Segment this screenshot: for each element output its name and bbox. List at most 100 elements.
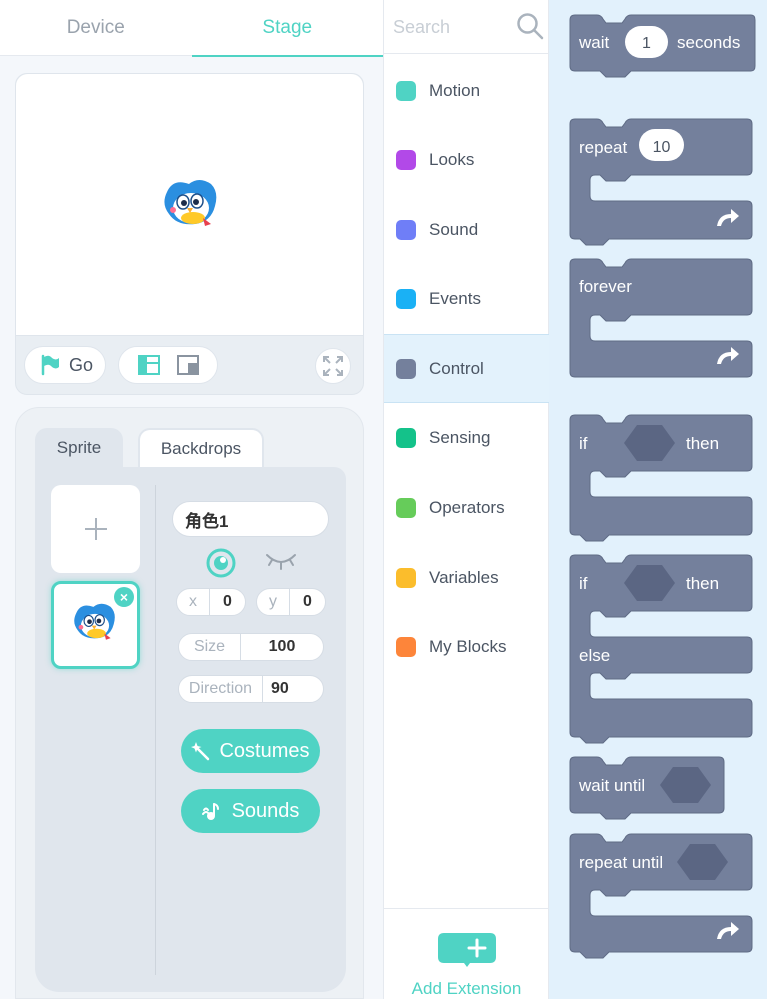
tab-backdrops[interactable]: Backdrops (138, 428, 264, 468)
category-my-blocks[interactable]: My Blocks (384, 612, 549, 681)
fullscreen-icon (323, 356, 343, 376)
category-label: My Blocks (429, 636, 507, 656)
x-label: x (177, 589, 210, 615)
plus-icon (84, 518, 107, 540)
sprite-name-input[interactable] (172, 501, 329, 537)
sprite-panel-body: × 角色1 x 0 y 0 Size 100 Direction 90 Cost… (35, 467, 346, 992)
magic-wand-icon (191, 742, 210, 761)
category-motion[interactable]: Motion (384, 56, 549, 125)
category-label: Looks (429, 149, 475, 169)
category-label: Events (429, 288, 481, 308)
then-label: then (686, 434, 719, 453)
if-then-block[interactable]: if then (569, 414, 755, 548)
stage-canvas[interactable] (16, 74, 363, 336)
go-label: Go (69, 354, 94, 375)
size-value[interactable]: 100 (241, 638, 323, 656)
if-label: if (579, 574, 588, 593)
eye-open-icon (206, 548, 236, 578)
add-extension-label: Add Extension (411, 979, 522, 998)
x-value[interactable]: 0 (210, 593, 245, 611)
fullscreen-button[interactable] (315, 348, 351, 384)
add-sprite-button[interactable] (51, 485, 140, 573)
if-then-else-block[interactable]: if then else (569, 554, 755, 750)
category-label: Control (429, 358, 484, 378)
category-variables[interactable]: Variables (384, 543, 549, 612)
repeat-count-value: 10 (653, 139, 671, 156)
wait-until-label: wait until (578, 776, 645, 795)
wait-seconds-value: 1 (642, 35, 651, 52)
costumes-button[interactable]: Costumes (181, 729, 320, 773)
x-field[interactable]: x 0 (176, 588, 246, 616)
category-label: Operators (429, 497, 505, 517)
left-panel: Device Stage Go Sprite Backdrops × 角色1 x… (0, 0, 383, 999)
search-bar (384, 0, 549, 54)
category-looks[interactable]: Looks (384, 125, 549, 194)
eye-closed-icon (266, 554, 296, 570)
else-label: else (579, 646, 610, 665)
category-operators[interactable]: Operators (384, 473, 549, 542)
large-stage-layout-icon[interactable] (176, 355, 199, 375)
category-label: Sound (429, 219, 479, 239)
block-categories: Motion Looks Sound Events Control Sensing Oper… (383, 0, 549, 999)
wait-until-block[interactable]: wait until (569, 756, 729, 822)
hide-sprite-toggle[interactable] (265, 551, 297, 576)
tab-device[interactable]: Device (0, 0, 192, 56)
go-button[interactable]: Go (24, 346, 106, 384)
category-label: Motion (429, 80, 481, 100)
category-events[interactable]: Events (384, 264, 549, 333)
then-label: then (686, 574, 719, 593)
y-field[interactable]: y 0 (256, 588, 326, 616)
add-extension-icon (437, 933, 496, 967)
repeat-until-block[interactable]: repeat until (569, 833, 755, 967)
category-color-dot (396, 288, 416, 309)
category-sound[interactable]: Sound (384, 195, 549, 264)
category-color-dot (396, 427, 416, 448)
panel-tabs: Device Stage (0, 0, 384, 57)
sounds-button[interactable]: Sounds (181, 789, 320, 833)
bird-sprite-thumbnail (74, 603, 115, 640)
category-color-dot (396, 567, 416, 588)
wait-label: wait (578, 33, 610, 52)
size-label: Size (179, 634, 241, 660)
wait-seconds-block[interactable]: wait 1 seconds (569, 14, 759, 82)
repeat-label: repeat (579, 138, 627, 157)
direction-value[interactable]: 90 (263, 680, 323, 698)
small-stage-layout-icon[interactable] (137, 355, 160, 375)
sprite-panel-divider (155, 485, 156, 975)
y-value[interactable]: 0 (290, 593, 325, 611)
category-color-dot (396, 497, 416, 518)
category-sensing[interactable]: Sensing (384, 403, 549, 472)
sprite-panel: Sprite Backdrops × 角色1 x 0 y 0 Size 100 … (15, 407, 364, 999)
costumes-label: Costumes (219, 739, 310, 762)
size-field[interactable]: Size 100 (178, 633, 324, 661)
y-label: y (257, 589, 290, 615)
green-flag-icon (41, 354, 59, 376)
repeat-until-label: repeat until (579, 853, 663, 872)
category-color-dot (396, 219, 416, 240)
tab-stage[interactable]: Stage (191, 0, 384, 57)
sounds-label: Sounds (231, 799, 300, 822)
direction-field[interactable]: Direction 90 (178, 675, 324, 703)
if-label: if (579, 434, 588, 453)
forever-label: forever (579, 277, 632, 296)
search-icon[interactable] (516, 12, 544, 40)
repeat-block[interactable]: repeat 10 (569, 118, 755, 250)
layout-toggle (118, 346, 218, 384)
stage-container: Go (15, 73, 364, 395)
category-color-dot (396, 149, 416, 170)
bird-sprite-on-stage[interactable] (159, 178, 223, 230)
direction-label: Direction (179, 676, 263, 702)
search-input[interactable] (393, 12, 513, 42)
add-extension-button[interactable]: Add Extension (384, 908, 549, 999)
forever-block[interactable]: forever (569, 258, 755, 380)
category-label: Sensing (429, 427, 491, 447)
category-control[interactable]: Control (384, 334, 549, 403)
tab-sprite[interactable]: Sprite (35, 428, 123, 468)
seconds-label: seconds (677, 33, 740, 52)
show-sprite-toggle[interactable] (205, 547, 237, 584)
music-note-icon (201, 803, 219, 820)
category-label: Variables (429, 567, 499, 587)
category-color-dot (396, 636, 416, 657)
sprite-thumbnail[interactable]: × (51, 581, 140, 669)
category-color-dot (396, 80, 416, 101)
